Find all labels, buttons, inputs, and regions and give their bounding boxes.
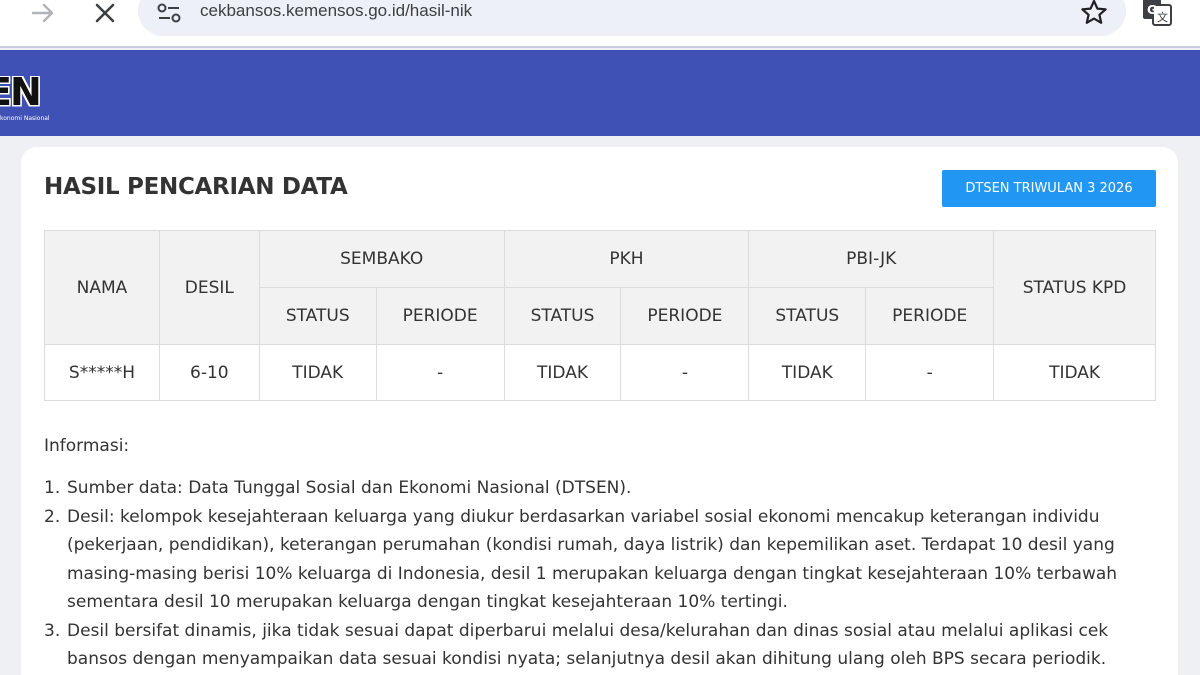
header-sembako-status: STATUS [258, 287, 377, 345]
result-card: HASIL PENCARIAN DATA DTSEN TRIWULAN 3 20… [21, 147, 1178, 675]
list-item: 1. Sumber data: Data Tunggal Sosial dan … [44, 474, 1156, 503]
svg-text:G: G [1147, 3, 1157, 17]
cell-sembako-status: TIDAK [258, 344, 377, 401]
cell-pkh-status: TIDAK [503, 344, 622, 401]
bookmark-star-icon[interactable] [1080, 0, 1108, 25]
translate-icon[interactable]: G 文 [1141, 0, 1173, 27]
site-header: EN konomi Nasional [0, 50, 1200, 136]
list-item-text: Sumber data: Data Tunggal Sosial dan Eko… [67, 478, 632, 498]
result-table: NAMA DESIL SEMBAKO PKH PBI-JK STATUS KPD… [44, 230, 1156, 401]
browser-toolbar: cekbansos.kemensos.go.id/hasil-nik G 文 [0, 0, 1200, 48]
header-pkh-status: STATUS [503, 287, 622, 345]
close-icon [95, 3, 115, 23]
header-pbijk-periode: PERIODE [865, 287, 995, 345]
header-pbijk: PBI-JK [748, 230, 995, 288]
logo-subtext: konomi Nasional [0, 115, 50, 122]
cell-status-kpd: TIDAK [993, 344, 1156, 401]
header-sembako: SEMBAKO [258, 230, 505, 288]
header-nama: NAMA [44, 230, 160, 345]
page-title: HASIL PENCARIAN DATA [44, 174, 348, 200]
info-title: Informasi: [44, 436, 130, 456]
header-pkh: PKH [503, 230, 750, 288]
forward-button[interactable] [28, 0, 58, 26]
stop-loading-button[interactable] [90, 0, 120, 26]
list-item: 3. Desil bersifat dinamis, jika tidak se… [44, 617, 1156, 674]
arrow-right-icon [31, 3, 54, 23]
cell-pbijk-status: TIDAK [748, 344, 867, 401]
table-row: S*****H 6-10 TIDAK - TIDAK - TIDAK - TID… [44, 344, 1156, 401]
logo-text: EN [0, 76, 42, 114]
list-item-number: 3. [44, 620, 61, 641]
site-logo[interactable]: EN konomi Nasional [0, 76, 62, 126]
list-item-text: Desil: kelompok kesejahteraan keluarga y… [67, 506, 1118, 613]
header-pbijk-status: STATUS [748, 287, 867, 345]
header-sembako-periode: PERIODE [375, 287, 505, 345]
cell-desil: 6-10 [158, 344, 260, 401]
header-desil: DESIL [158, 230, 260, 345]
url-text[interactable]: cekbansos.kemensos.go.id/hasil-nik [200, 1, 472, 21]
site-settings-icon[interactable] [157, 2, 181, 24]
list-item-text: Desil bersifat dinamis, jika tidak sesua… [67, 620, 1109, 670]
list-item: 2. Desil: kelompok kesejahteraan keluarg… [44, 503, 1156, 617]
header-status-kpd: STATUS KPD [993, 230, 1156, 345]
cell-pbijk-periode: - [865, 344, 995, 401]
header-pkh-periode: PERIODE [620, 287, 750, 345]
list-item-number: 2. [44, 506, 61, 527]
svg-text:文: 文 [1157, 10, 1168, 24]
cell-sembako-periode: - [375, 344, 505, 401]
info-list: 1. Sumber data: Data Tunggal Sosial dan … [44, 474, 1156, 674]
cell-nama: S*****H [44, 344, 160, 401]
dtsen-period-badge: DTSEN TRIWULAN 3 2026 [942, 170, 1156, 207]
list-item-number: 1. [44, 478, 61, 498]
cell-pkh-periode: - [620, 344, 750, 401]
